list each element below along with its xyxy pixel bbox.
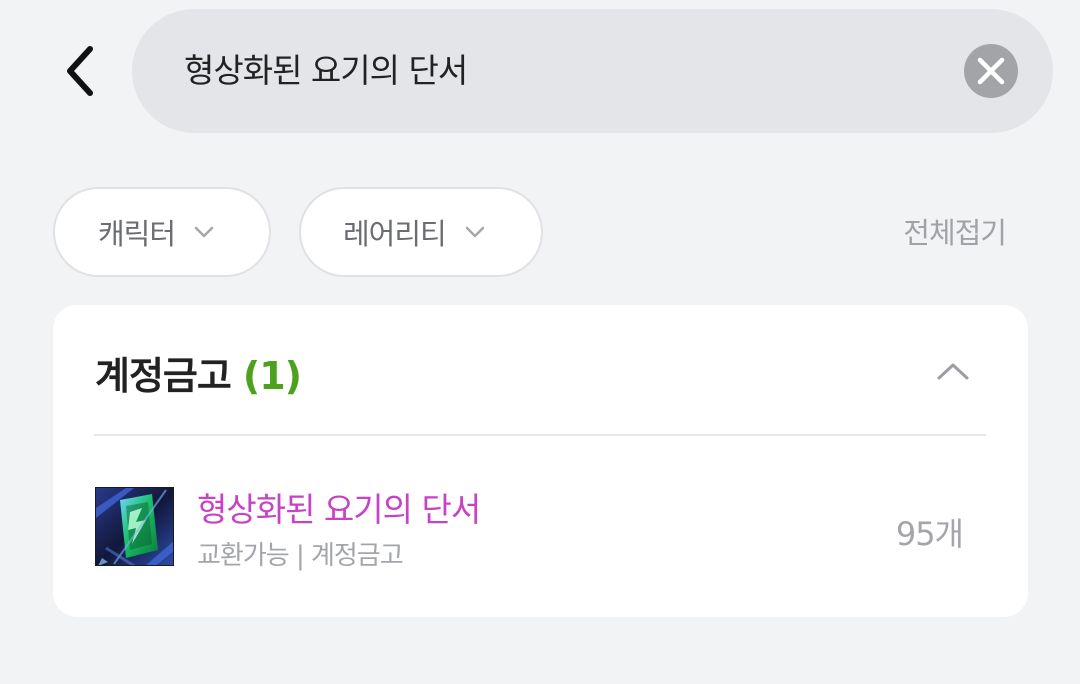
list-item[interactable]: 형상화된 요기의 단서 교환가능 | 계정금고 95개 <box>95 475 987 585</box>
close-icon <box>977 57 1005 85</box>
rarity-filter-label: 레어리티 <box>343 217 447 251</box>
section-title: 계정금고 (1) <box>95 345 302 400</box>
account-vault-section: 계정금고 (1) 형상화된 요기의 단서 교환가능 | 계정금고 95개 <box>53 305 1028 617</box>
item-clue-icon <box>96 488 173 565</box>
clear-search-button[interactable] <box>964 44 1018 98</box>
chevron-up-icon <box>937 363 969 380</box>
back-arrow-icon <box>67 46 93 96</box>
rarity-filter-chip[interactable]: 레어리티 <box>299 187 543 277</box>
collapse-all-button[interactable]: 전체접기 <box>903 210 1007 252</box>
chevron-down-icon <box>193 225 215 239</box>
section-count: (1) <box>242 354 302 398</box>
item-name: 형상화된 요기의 단서 <box>197 490 481 529</box>
section-divider <box>94 434 986 436</box>
character-filter-chip[interactable]: 캐릭터 <box>53 187 271 277</box>
section-collapse-button[interactable] <box>928 349 978 393</box>
item-meta: 교환가능 | 계정금고 <box>197 541 404 571</box>
search-input[interactable] <box>184 9 944 133</box>
back-button[interactable] <box>50 36 110 106</box>
search-bar <box>132 9 1053 133</box>
item-thumbnail <box>95 487 174 566</box>
character-filter-label: 캐릭터 <box>98 217 176 251</box>
item-quantity: 95개 <box>895 515 964 553</box>
section-title-text: 계정금고 <box>95 354 232 398</box>
chevron-down-icon <box>464 225 486 239</box>
